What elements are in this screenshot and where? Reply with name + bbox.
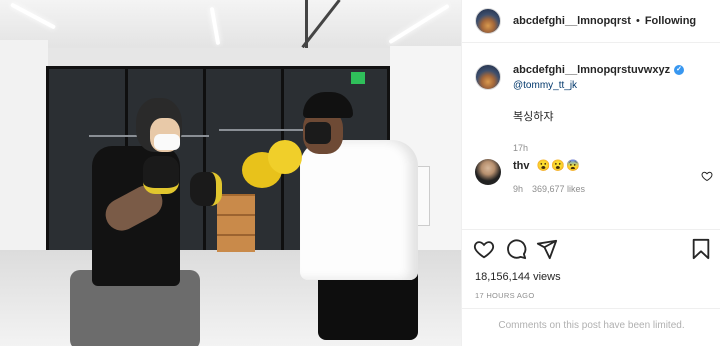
- trainer-face-mask: [305, 122, 331, 144]
- trainer-torso: [300, 140, 418, 280]
- post-timestamp: 17 HOURS AGO: [475, 291, 535, 300]
- header-username[interactable]: abcdefghi__lmnopqrst: [513, 15, 631, 27]
- caption-avatar[interactable]: [475, 64, 501, 90]
- comment-username[interactable]: thv: [513, 160, 530, 172]
- post-header: abcdefghi__lmnopqrst • Following: [462, 0, 720, 43]
- boxing-glove: [190, 172, 222, 206]
- comment-meta: 9h 369,677 likes: [513, 184, 713, 194]
- caption-username[interactable]: abcdefghi__lmnopqrstuvwxyz: [513, 64, 670, 76]
- paper-plane-icon[interactable]: [536, 238, 558, 260]
- caption: abcdefghi__lmnopqrstuvwxyz ✓ @tommy_tt_j…: [475, 64, 711, 153]
- caption-text: 복싱하쟈: [513, 111, 554, 123]
- caption-user-line: abcdefghi__lmnopqrstuvwxyz ✓: [513, 64, 685, 76]
- view-count[interactable]: 18,156,144 views: [475, 271, 561, 283]
- post-video[interactable]: [0, 0, 461, 346]
- bookmark-icon[interactable]: [690, 238, 712, 260]
- boxer-face-mask: [154, 134, 180, 150]
- mention-link[interactable]: @tommy_tt_jk: [513, 80, 684, 91]
- post-side-panel: abcdefghi__lmnopqrst • Following abcdefg…: [461, 0, 720, 346]
- comments-limited-notice: Comments on this post have been limited.: [498, 320, 685, 331]
- comment-avatar[interactable]: [475, 159, 501, 185]
- action-bar: [462, 236, 720, 262]
- comment-line: thv 😮😮😨: [513, 159, 713, 172]
- comment-heart-icon[interactable]: [701, 170, 713, 182]
- focus-mitt: [268, 140, 302, 174]
- comment-text: 😮😮😨: [536, 160, 581, 172]
- comment-bubble-icon[interactable]: [505, 238, 527, 260]
- comment-timestamp: 9h: [513, 184, 524, 194]
- stacked-boxes: [217, 194, 255, 252]
- separator-dot: •: [635, 15, 640, 27]
- caption-body: abcdefghi__lmnopqrstuvwxyz ✓ @tommy_tt_j…: [513, 64, 685, 153]
- following-button[interactable]: Following: [645, 15, 696, 27]
- avatar[interactable]: [475, 8, 501, 34]
- heart-icon[interactable]: [473, 238, 495, 260]
- left-wall: [0, 40, 48, 270]
- comment: thv 😮😮😨 9h 369,677 likes: [475, 159, 713, 194]
- window-frame: [203, 69, 206, 253]
- caption-timestamp: 17h: [513, 143, 529, 153]
- verified-check-icon: ✓: [674, 65, 685, 75]
- divider: [462, 308, 720, 309]
- divider: [462, 229, 720, 230]
- boxing-glove: [143, 156, 179, 194]
- comment-body: thv 😮😮😨 9h 369,677 likes: [513, 159, 713, 194]
- exit-sign: [351, 72, 365, 84]
- comment-likes[interactable]: 369,677 likes: [532, 184, 585, 194]
